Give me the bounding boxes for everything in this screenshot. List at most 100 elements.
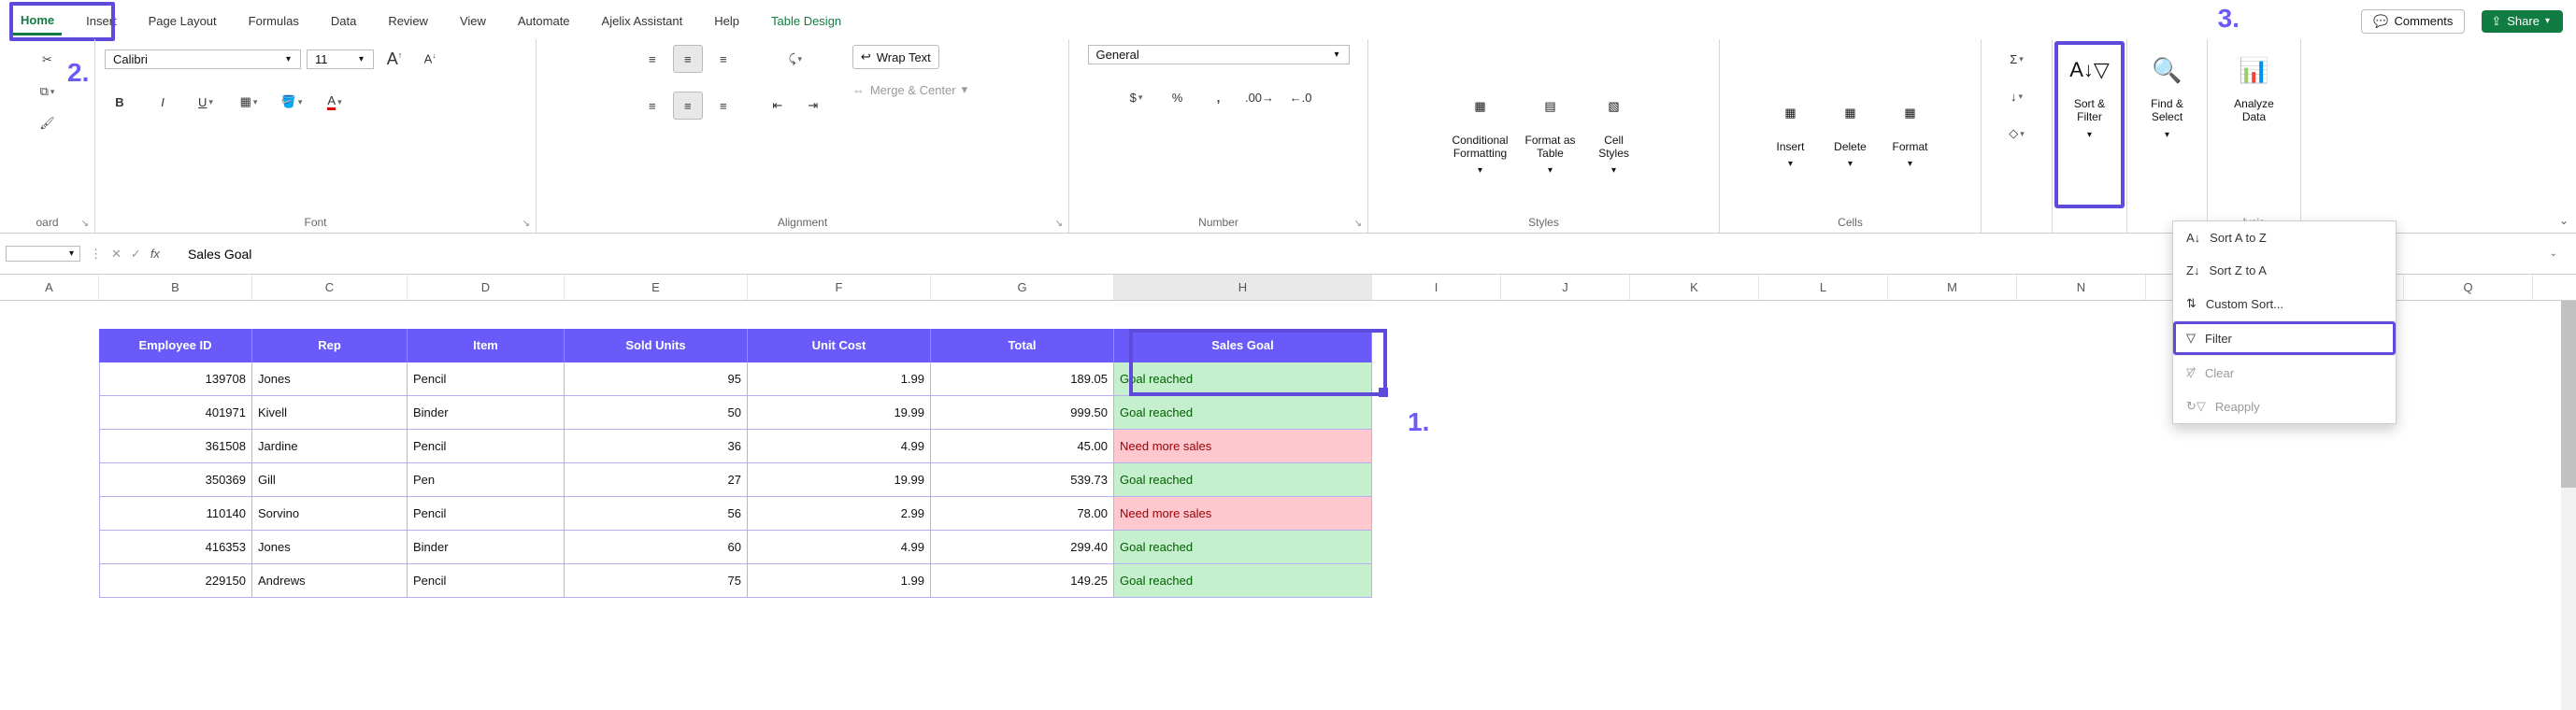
- increase-font-button[interactable]: A↑: [379, 45, 409, 73]
- cell-sales-goal[interactable]: Goal reached: [1114, 463, 1372, 497]
- col-header-M[interactable]: M: [1888, 275, 2017, 300]
- font-name-select[interactable]: Calibri▾: [105, 50, 301, 69]
- cell-unit-cost[interactable]: 19.99: [748, 396, 931, 430]
- table-row[interactable]: 229150AndrewsPencil751.99149.25Goal reac…: [0, 564, 2576, 598]
- cell-sold-units[interactable]: 95: [565, 362, 748, 396]
- align-top-button[interactable]: ≡: [637, 45, 667, 73]
- increase-decimal-button[interactable]: .00→: [1245, 83, 1275, 111]
- col-header-E[interactable]: E: [565, 275, 748, 300]
- fx-icon[interactable]: fx: [150, 247, 160, 261]
- cell-unit-cost[interactable]: 4.99: [748, 531, 931, 564]
- sort-filter-button[interactable]: A↓▽Sort & Filter▾: [2063, 45, 2117, 144]
- align-middle-button[interactable]: ≡: [673, 45, 703, 73]
- font-size-select[interactable]: 11▾: [307, 50, 374, 69]
- col-header-K[interactable]: K: [1630, 275, 1759, 300]
- delete-cells-button[interactable]: ▦Delete▾: [1824, 88, 1878, 173]
- find-select-button[interactable]: 🔍Find & Select▾: [2140, 45, 2195, 144]
- menu-sort-az[interactable]: A↓Sort A to Z: [2173, 221, 2396, 254]
- cell-rep[interactable]: Kivell: [252, 396, 408, 430]
- cell-sold-units[interactable]: 50: [565, 396, 748, 430]
- cell-item[interactable]: Pencil: [408, 430, 565, 463]
- align-bottom-button[interactable]: ≡: [708, 45, 738, 73]
- col-header-A[interactable]: A: [0, 275, 99, 300]
- name-box[interactable]: ▾: [6, 246, 80, 262]
- increase-indent-button[interactable]: ⇥: [798, 92, 828, 120]
- dialog-launcher-icon[interactable]: ↘: [1354, 219, 1362, 229]
- dialog-launcher-icon[interactable]: ↘: [522, 219, 530, 229]
- cell-employee-id[interactable]: 350369: [99, 463, 252, 497]
- decrease-font-button[interactable]: A↓: [415, 45, 445, 73]
- col-header-C[interactable]: C: [252, 275, 408, 300]
- copy-button[interactable]: ⧉▾: [33, 77, 63, 106]
- collapse-ribbon-button[interactable]: ⌄: [2559, 214, 2569, 227]
- cell-sold-units[interactable]: 27: [565, 463, 748, 497]
- cell-sales-goal[interactable]: Need more sales: [1114, 430, 1372, 463]
- wrap-text-button[interactable]: ↩Wrap Text: [852, 45, 939, 69]
- cell-total[interactable]: 149.25: [931, 564, 1114, 598]
- cell-rep[interactable]: Jardine: [252, 430, 408, 463]
- comma-format-button[interactable]: ,: [1204, 83, 1234, 111]
- cell-sales-goal[interactable]: Goal reached: [1114, 396, 1372, 430]
- analyze-data-button[interactable]: 📊Analyze Data: [2227, 45, 2282, 128]
- cell-employee-id[interactable]: 139708: [99, 362, 252, 396]
- col-header-I[interactable]: I: [1372, 275, 1501, 300]
- cell-sales-goal[interactable]: Goal reached: [1114, 531, 1372, 564]
- cell-unit-cost[interactable]: 4.99: [748, 430, 931, 463]
- cell-total[interactable]: 539.73: [931, 463, 1114, 497]
- borders-button[interactable]: ▦▾: [234, 88, 264, 116]
- accounting-format-button[interactable]: $▾: [1122, 83, 1152, 111]
- table-row[interactable]: 110140SorvinoPencil562.9978.00Need more …: [0, 497, 2576, 531]
- cell-item[interactable]: Pencil: [408, 362, 565, 396]
- cell-sold-units[interactable]: 75: [565, 564, 748, 598]
- cell-total[interactable]: 299.40: [931, 531, 1114, 564]
- cell-total[interactable]: 45.00: [931, 430, 1114, 463]
- format-cells-button[interactable]: ▦Format▾: [1883, 88, 1938, 173]
- orientation-button[interactable]: ⤹▾: [780, 45, 810, 73]
- cell-employee-id[interactable]: 401971: [99, 396, 252, 430]
- cell-item[interactable]: Binder: [408, 531, 565, 564]
- table-header-unit-cost[interactable]: Unit Cost: [748, 329, 931, 362]
- cell-sold-units[interactable]: 60: [565, 531, 748, 564]
- align-left-button[interactable]: ≡: [637, 92, 667, 120]
- cell-item[interactable]: Binder: [408, 396, 565, 430]
- align-center-button[interactable]: ≡: [673, 92, 703, 120]
- cell-styles-button[interactable]: ▧Cell Styles▾: [1587, 81, 1641, 180]
- expand-formula-bar-button[interactable]: ⌄: [2550, 248, 2557, 259]
- menu-sort-za[interactable]: Z↓Sort Z to A: [2173, 254, 2396, 287]
- cell-sold-units[interactable]: 56: [565, 497, 748, 531]
- cell-item[interactable]: Pencil: [408, 564, 565, 598]
- tab-review[interactable]: Review: [380, 8, 436, 34]
- tab-ajelix-assistant[interactable]: Ajelix Assistant: [594, 8, 691, 34]
- enter-formula-icon[interactable]: ✓: [131, 247, 141, 262]
- tab-insert[interactable]: Insert: [79, 8, 124, 34]
- decrease-indent-button[interactable]: ⇤: [763, 92, 793, 120]
- col-header-B[interactable]: B: [99, 275, 252, 300]
- cell-unit-cost[interactable]: 1.99: [748, 564, 931, 598]
- cell-sales-goal[interactable]: Goal reached: [1114, 564, 1372, 598]
- cell-rep[interactable]: Jones: [252, 362, 408, 396]
- cell-unit-cost[interactable]: 19.99: [748, 463, 931, 497]
- tab-table-design[interactable]: Table Design: [764, 8, 849, 34]
- tab-data[interactable]: Data: [323, 8, 364, 34]
- col-header-H[interactable]: H: [1114, 275, 1372, 300]
- dialog-launcher-icon[interactable]: ↘: [1055, 219, 1063, 229]
- tab-home[interactable]: Home: [13, 7, 62, 36]
- tab-formulas[interactable]: Formulas: [241, 8, 307, 34]
- col-header-Q[interactable]: Q: [2404, 275, 2533, 300]
- table-header-total[interactable]: Total: [931, 329, 1114, 362]
- cell-total[interactable]: 189.05: [931, 362, 1114, 396]
- menu-custom-sort[interactable]: ⇅Custom Sort...: [2173, 287, 2396, 320]
- cell-employee-id[interactable]: 110140: [99, 497, 252, 531]
- cell-sold-units[interactable]: 36: [565, 430, 748, 463]
- cell-rep[interactable]: Gill: [252, 463, 408, 497]
- merge-center-button[interactable]: ⇔Merge & Center▾: [852, 82, 967, 97]
- tab-automate[interactable]: Automate: [510, 8, 578, 34]
- cell-employee-id[interactable]: 361508: [99, 430, 252, 463]
- italic-button[interactable]: I: [148, 88, 178, 116]
- tab-view[interactable]: View: [452, 8, 494, 34]
- cut-button[interactable]: ✂: [33, 45, 63, 75]
- align-right-button[interactable]: ≡: [708, 92, 738, 120]
- table-row[interactable]: 361508JardinePencil364.9945.00Need more …: [0, 430, 2576, 463]
- fill-color-button[interactable]: 🪣▾: [277, 88, 307, 116]
- menu-filter[interactable]: ▽Filter: [2173, 321, 2396, 355]
